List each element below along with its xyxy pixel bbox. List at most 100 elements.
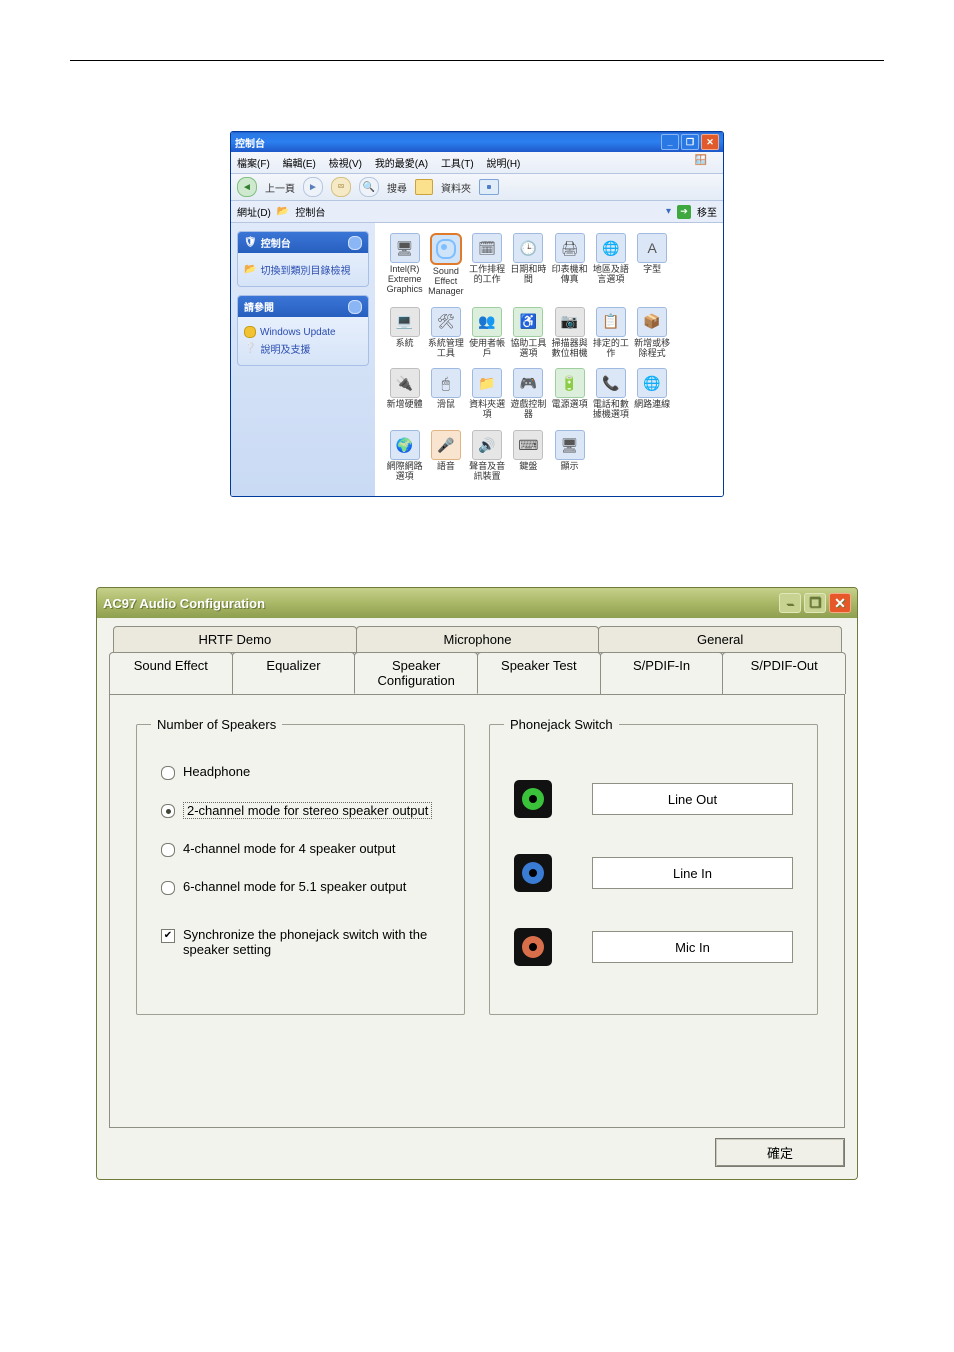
help-support-link[interactable]: ❔說明及支援 [244, 341, 362, 356]
cp-item-system-admin[interactable]: 🛠系統管理工具 [426, 307, 465, 359]
menu-help[interactable]: 說明(H) [487, 159, 521, 170]
search-icon[interactable]: 🔍 [359, 177, 379, 197]
radio-headphone[interactable]: Headphone [161, 764, 450, 780]
cp-item-printers-fax[interactable]: 🖨印表機和傳真 [550, 233, 589, 297]
control-panel-window: 控制台 _ ❐ ✕ 檔案(F) 編輯(E) 檢視(V) 我的最愛(A) 工具(T… [230, 131, 724, 497]
sound-audio-label: 聲音及音訊裝置 [468, 462, 507, 482]
keyboard-icon: ⌨ [513, 430, 543, 460]
radio-4channel[interactable]: 4-channel mode for 4 speaker output [161, 841, 450, 857]
close-button[interactable]: ✕ [701, 134, 719, 150]
tab-spdif-in[interactable]: S/PDIF-In [600, 652, 724, 694]
tab-general[interactable]: General [598, 626, 842, 652]
printers-fax-icon: 🖨 [555, 233, 585, 263]
group-speakers-legend: Number of Speakers [151, 717, 282, 732]
cp-item-display[interactable]: 🖥顯示 [550, 430, 589, 482]
radio-icon[interactable] [161, 766, 175, 780]
tab-speaker-test[interactable]: Speaker Test [477, 652, 601, 694]
menu-file[interactable]: 檔案(F) [237, 159, 270, 170]
cp-item-system[interactable]: 💻系統 [385, 307, 424, 359]
cp-item-region-language[interactable]: 🌐地區及語言選項 [591, 233, 630, 297]
up-icon[interactable]: ⮹ [331, 177, 351, 197]
radio-headphone-label: Headphone [183, 764, 250, 779]
cp-item-date-time[interactable]: 🕒日期和時間 [509, 233, 548, 297]
back-icon[interactable]: ◄ [237, 177, 257, 197]
menu-tools[interactable]: 工具(T) [441, 159, 474, 170]
cp-item-accessibility[interactable]: ♿協助工具選項 [509, 307, 548, 359]
tab-microphone[interactable]: Microphone [356, 626, 600, 652]
views-icon[interactable] [479, 179, 499, 195]
radio-icon[interactable] [161, 843, 175, 857]
checkbox-sync[interactable]: Synchronize the phonejack switch with th… [161, 927, 450, 957]
cp-item-speech[interactable]: 🎤語音 [426, 430, 465, 482]
cp-item-internet-options[interactable]: 🌍網際網路選項 [385, 430, 424, 482]
radio-2channel[interactable]: 2-channel mode for stereo speaker output [161, 802, 450, 819]
forward-icon[interactable]: ► [303, 177, 323, 197]
cp-item-user-accounts[interactable]: 👥使用者帳戶 [468, 307, 507, 359]
menu-view[interactable]: 檢視(V) [329, 159, 362, 170]
jack-blue-icon[interactable] [514, 854, 552, 892]
cp-item-game-controllers[interactable]: 🎮遊戲控制器 [509, 368, 548, 420]
system-icon: 💻 [390, 307, 420, 337]
tab-sound-effect[interactable]: Sound Effect [109, 652, 233, 694]
cp-item-scheduled-tasks[interactable]: 🗓工作排程的工作 [468, 233, 507, 297]
shield-icon: 🛡 [244, 237, 257, 248]
folders-label: 資料夾 [441, 180, 471, 195]
jack-line-out-field[interactable]: Line Out [592, 783, 793, 815]
close-button[interactable]: ✕ [829, 593, 851, 613]
jack-pink-icon[interactable] [514, 928, 552, 966]
tab-equalizer[interactable]: Equalizer [232, 652, 356, 694]
network-connections-icon: 🌐 [637, 368, 667, 398]
cp-item-task[interactable]: 📋排定的工作 [591, 307, 630, 359]
cp-item-phone-modem[interactable]: 📞電話和數據機選項 [591, 368, 630, 420]
cp-titlebar[interactable]: 控制台 _ ❐ ✕ [231, 132, 723, 152]
cp-item-keyboard[interactable]: ⌨鍵盤 [509, 430, 548, 482]
radio-icon[interactable] [161, 881, 175, 895]
cp-item-scanners-cameras[interactable]: 📷掃描器與數位相機 [550, 307, 589, 359]
windows-update-link[interactable]: Windows Update [244, 326, 362, 338]
jack-mic-in-field[interactable]: Mic In [592, 931, 793, 963]
panel2-title: 請參閱 [244, 299, 274, 314]
tab-speaker-configuration[interactable]: Speaker Configuration [354, 652, 478, 694]
minimize-button[interactable]: – [779, 593, 801, 613]
jack-green-icon[interactable] [514, 780, 552, 818]
go-icon[interactable]: ➔ [677, 205, 691, 219]
phone-modem-icon: 📞 [596, 368, 626, 398]
minimize-button[interactable]: _ [661, 134, 679, 150]
checkbox-icon[interactable] [161, 929, 175, 943]
cp-item-sound-effect-manager[interactable]: Sound Effect Manager [426, 233, 465, 297]
cp-item-network-connections[interactable]: 🌐網路連線 [633, 368, 672, 420]
address-value[interactable]: 控制台 [295, 204, 660, 219]
tab-spdif-out[interactable]: S/PDIF-Out [722, 652, 846, 694]
collapse-icon[interactable] [348, 300, 362, 314]
cp-item-intel-graphics[interactable]: 🖥Intel(R) Extreme Graphics [385, 233, 424, 297]
address-dropdown-icon[interactable]: ▾ [666, 206, 671, 217]
ac97-titlebar[interactable]: AC97 Audio Configuration – ❐ ✕ [97, 588, 857, 618]
fonts-label: 字型 [643, 265, 661, 283]
maximize-button[interactable]: ❐ [681, 134, 699, 150]
maximize-button[interactable]: ❐ [804, 593, 826, 613]
radio-6channel[interactable]: 6-channel mode for 5.1 speaker output [161, 879, 450, 895]
scheduled-tasks-icon: 🗓 [472, 233, 502, 263]
cp-item-mouse[interactable]: 🖱滑鼠 [426, 368, 465, 420]
address-bar: 網址(D) 📂 控制台 ▾ ➔ 移至 [231, 201, 723, 223]
menu-bar[interactable]: 檔案(F) 編輯(E) 檢視(V) 我的最愛(A) 工具(T) 說明(H) 🪟 [231, 152, 723, 174]
menu-favorites[interactable]: 我的最愛(A) [375, 159, 428, 170]
tab-hrtf-demo[interactable]: HRTF Demo [113, 626, 357, 652]
ok-button[interactable]: 確定 [715, 1138, 845, 1167]
scheduled-tasks-label: 工作排程的工作 [468, 265, 507, 285]
go-label[interactable]: 移至 [697, 204, 717, 219]
cp-item-add-hardware[interactable]: 🔌新增硬體 [385, 368, 424, 420]
phone-modem-label: 電話和數據機選項 [591, 400, 630, 420]
cp-item-power-options[interactable]: 🔋電源選項 [550, 368, 589, 420]
folders-icon[interactable] [415, 179, 433, 195]
jack-line-in-field[interactable]: Line In [592, 857, 793, 889]
collapse-icon[interactable] [348, 236, 362, 250]
cp-item-add-remove-programs[interactable]: 📦新增或移除程式 [633, 307, 672, 359]
cp-item-sound-audio[interactable]: 🔊聲音及音訊裝置 [468, 430, 507, 482]
cp-item-folder-options[interactable]: 📁資料夾選項 [468, 368, 507, 420]
panel1-item[interactable]: 📂 切換到類別目錄檢視 [244, 262, 362, 277]
menu-edit[interactable]: 編輯(E) [283, 159, 316, 170]
add-hardware-label: 新增硬體 [387, 400, 423, 418]
radio-icon[interactable] [161, 804, 175, 818]
cp-item-fonts[interactable]: A字型 [633, 233, 672, 297]
